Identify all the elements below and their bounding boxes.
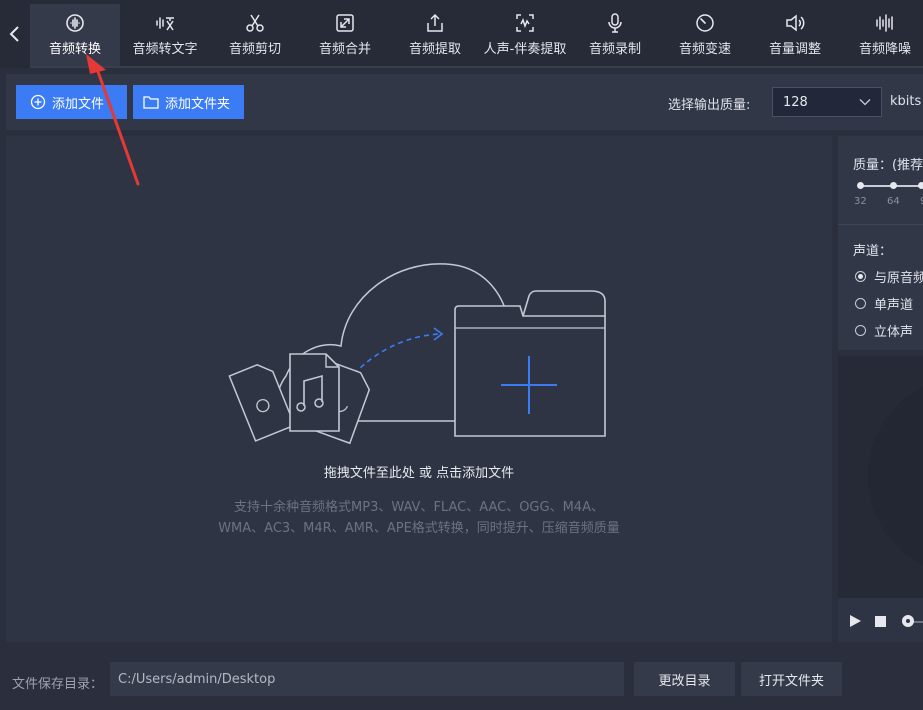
open-folder-button[interactable]: 打开文件夹 (741, 662, 842, 696)
player-disc (868, 376, 923, 576)
scissors-icon (246, 14, 264, 32)
tab-audio-record[interactable]: 音频录制 (570, 4, 660, 66)
tab-label: 音频录制 (588, 42, 641, 57)
chevron-left-icon (9, 26, 19, 42)
slider-tick: 32 (854, 196, 867, 207)
quality-value: 128 (783, 94, 808, 110)
tab-label: 音频转换 (48, 42, 101, 57)
plus-circle-icon (30, 94, 46, 110)
back-button[interactable] (0, 0, 30, 68)
speech-to-text-icon (156, 17, 174, 31)
toolbar-divider (30, 66, 923, 68)
channel-title: 声道： (853, 244, 893, 259)
tab-noise-reduction[interactable]: 音频降噪 (840, 4, 923, 66)
preview-player (838, 356, 923, 642)
tab-volume-adjust[interactable]: 音量调整 (750, 4, 840, 66)
quality-slider-stop[interactable] (857, 182, 864, 189)
add-file-button[interactable]: 添加文件 (16, 85, 127, 119)
drop-illustration-icon (228, 263, 606, 445)
tab-audio-convert[interactable]: 音频转换 (30, 4, 120, 66)
tab-label: 音频变速 (678, 42, 731, 57)
chevron-down-icon (859, 99, 871, 106)
tab-label: 音量调整 (768, 42, 821, 57)
audio-convert-icon (66, 14, 84, 32)
drop-hint: 拖拽文件至此处 或 点击添加文件 (323, 466, 515, 481)
settings-panel: 质量：(推荐 32 64 9 声道： 与原音频 单声道 立体声 (838, 136, 923, 350)
save-dir-label: 文件保存目录： (12, 677, 104, 692)
tab-audio-cut[interactable]: 音频剪切 (210, 4, 300, 66)
microphone-icon (608, 13, 622, 33)
change-dir-button[interactable]: 更改目录 (634, 662, 735, 696)
play-icon[interactable] (848, 614, 862, 628)
tab-label: 音频剪切 (228, 42, 281, 57)
tab-label: 音频提取 (408, 42, 461, 57)
tab-vocal-extract[interactable]: 人声-伴奏提取 (480, 4, 570, 66)
tab-label: 音频合并 (318, 42, 371, 57)
radio-selected[interactable] (855, 271, 866, 282)
channel-option-original[interactable]: 与原音频 (855, 267, 923, 286)
speed-dial-icon (696, 14, 714, 32)
tab-audio-extract[interactable]: 音频提取 (390, 4, 480, 66)
upload-icon (427, 13, 443, 32)
quality-slider-stop[interactable] (890, 182, 897, 189)
tab-label: 音频降噪 (858, 42, 911, 57)
noise-reduce-icon (876, 14, 893, 32)
folder-icon (143, 96, 159, 109)
channel-option-mono[interactable]: 单声道 (855, 294, 913, 313)
radio[interactable] (855, 325, 866, 336)
add-folder-label: 添加文件夹 (165, 96, 231, 112)
file-drop-area[interactable]: 拖拽文件至此处 或 点击添加文件 支持十余种音频格式MP3、WAV、FLAC、A… (6, 136, 832, 642)
merge-icon (336, 14, 354, 32)
add-file-label: 添加文件 (52, 96, 105, 112)
channel-option-label: 单声道 (874, 298, 914, 313)
format-desc-line2: WMA、AC3、M4R、AMR、APE格式转换，同时提升、压缩音频质量 (218, 521, 620, 536)
channel-option-label: 与原音频 (874, 271, 923, 286)
panel-divider (838, 224, 923, 225)
quality-select[interactable]: 128 (772, 87, 882, 117)
quality-slider-stop[interactable] (918, 182, 923, 189)
quality-label: 选择输出质量: (668, 98, 751, 113)
save-path-field[interactable]: C:/Users/admin/Desktop (110, 662, 624, 696)
channel-option-stereo[interactable]: 立体声 (855, 321, 913, 340)
quality-unit: kbits (890, 94, 922, 109)
quality-title: 质量：(推荐 (853, 158, 923, 173)
vocal-extract-icon (516, 14, 534, 32)
tab-label: 音频转文字 (132, 42, 198, 57)
format-desc-line1: 支持十余种音频格式MP3、WAV、FLAC、AAC、OGG、M4A、 (234, 500, 604, 515)
stop-icon[interactable] (875, 616, 886, 627)
tab-audio-merge[interactable]: 音频合并 (300, 4, 390, 66)
channel-option-label: 立体声 (874, 325, 914, 340)
tab-audio-to-text[interactable]: 音频转文字 (120, 4, 210, 66)
volume-icon (786, 14, 805, 32)
radio[interactable] (855, 298, 866, 309)
tab-label: 人声-伴奏提取 (483, 42, 567, 57)
slider-tick: 64 (887, 196, 900, 207)
add-folder-button[interactable]: 添加文件夹 (133, 85, 244, 119)
progress-handle[interactable] (902, 615, 914, 627)
tab-audio-speed[interactable]: 音频变速 (660, 4, 750, 66)
